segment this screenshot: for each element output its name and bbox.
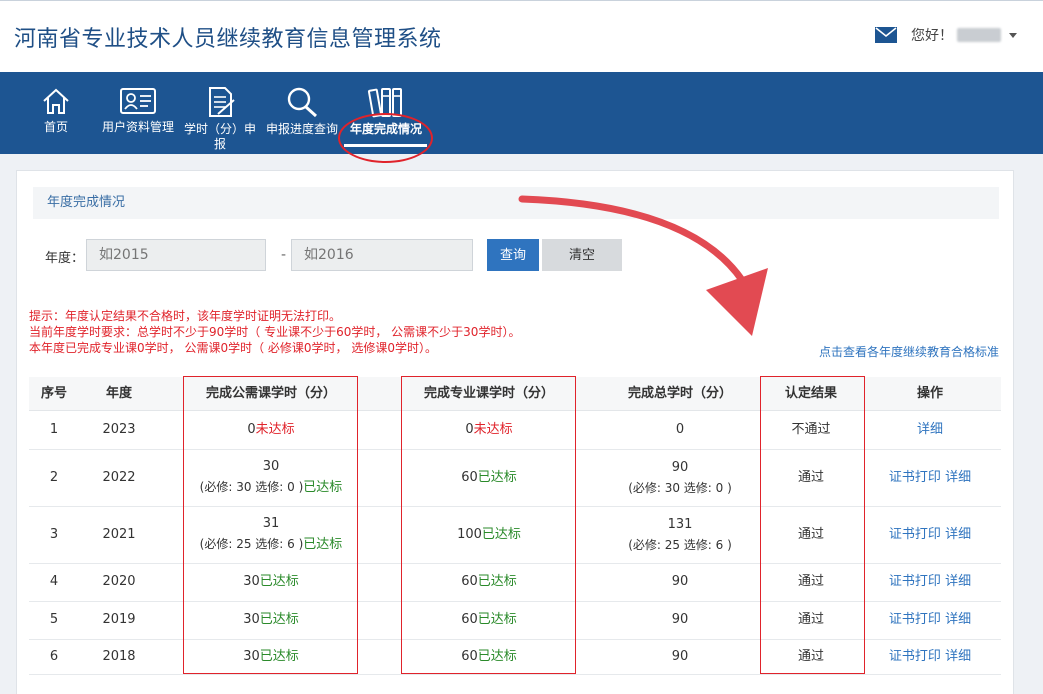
annotation-arrow: [518, 195, 768, 336]
